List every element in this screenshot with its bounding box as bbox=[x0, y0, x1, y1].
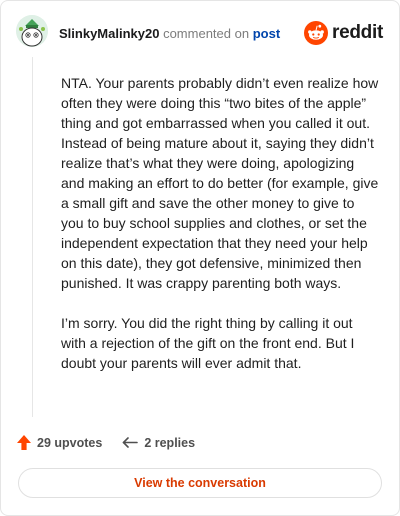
comment-body: NTA. Your parents probably didn’t even r… bbox=[61, 73, 379, 393]
comment-paragraph: I’m sorry. You did the right thing by ca… bbox=[61, 315, 355, 371]
reddit-brand[interactable]: reddit bbox=[304, 21, 383, 45]
upvote-arrow-icon bbox=[17, 435, 31, 450]
avatar[interactable] bbox=[16, 15, 48, 47]
reddit-logo-icon bbox=[304, 21, 329, 45]
username[interactable]: SlinkyMalinky20 bbox=[59, 26, 159, 41]
thread-line bbox=[32, 57, 33, 417]
comment-actions: 29 upvotes 2 replies bbox=[17, 435, 195, 450]
comment-header: SlinkyMalinky20 commented on post bbox=[59, 26, 280, 41]
comment-paragraph: NTA. Your parents probably didn’t even r… bbox=[61, 75, 379, 291]
action-text: commented on bbox=[163, 26, 250, 41]
brand-text: reddit bbox=[332, 22, 383, 43]
reply-arrow-icon bbox=[123, 436, 139, 448]
post-link[interactable]: post bbox=[253, 26, 280, 41]
comment-card: SlinkyMalinky20 commented on post reddit… bbox=[0, 0, 400, 516]
upvote-count: 29 upvotes bbox=[37, 435, 103, 450]
replies-button[interactable]: 2 replies bbox=[122, 436, 195, 450]
view-conversation-button[interactable]: View the conversation bbox=[18, 468, 382, 498]
upvote-button[interactable]: 29 upvotes bbox=[17, 435, 102, 450]
reply-count: 2 replies bbox=[144, 435, 196, 450]
